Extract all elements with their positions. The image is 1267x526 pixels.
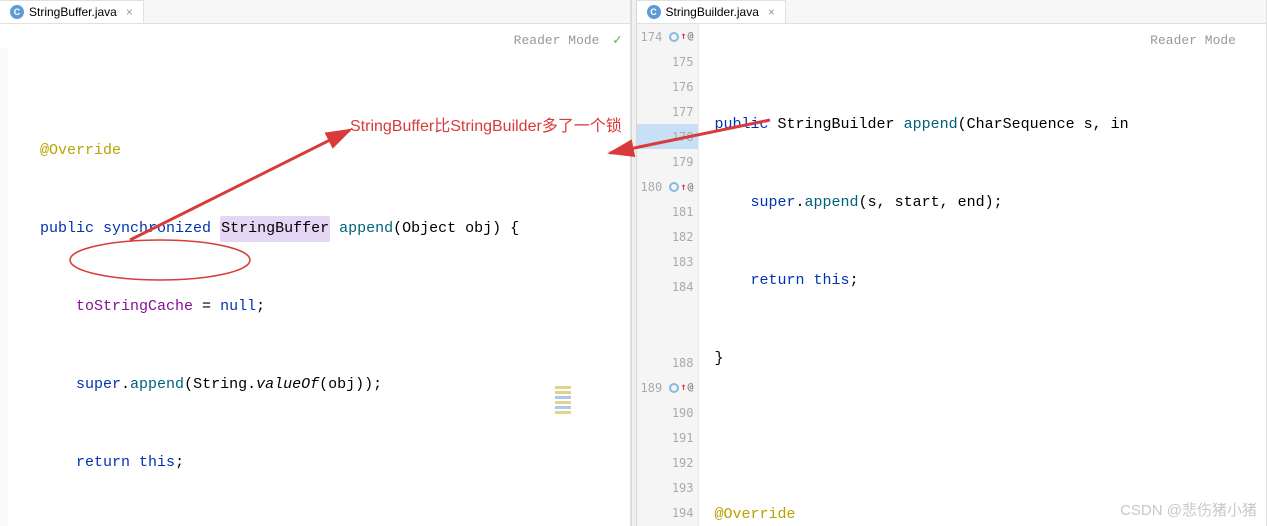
line-number[interactable] (637, 300, 698, 325)
method: append (904, 112, 958, 138)
t: (obj)); (319, 372, 382, 398)
minimap-stripes (555, 334, 627, 468)
line-number[interactable]: 191 (637, 426, 698, 451)
code-area-right[interactable]: Reader Mode public StringBuilder append(… (699, 24, 1267, 526)
java-class-icon: C (10, 5, 24, 19)
kw: return (76, 450, 130, 476)
line-number[interactable]: 175 (637, 49, 698, 74)
annotation: @Override (40, 138, 121, 164)
code-area-left[interactable]: Reader Mode ✓ @Override public synchroni… (0, 24, 630, 526)
check-icon: ✓ (613, 28, 621, 54)
kw: synchronized (103, 216, 211, 242)
line-number[interactable] (637, 325, 698, 350)
t: = (193, 294, 220, 320)
line-number[interactable]: 177 (637, 99, 698, 124)
line-number[interactable]: 182 (637, 225, 698, 250)
line-number[interactable]: 176 (637, 74, 698, 99)
t: . (796, 190, 805, 216)
params: (CharSequence s, in (958, 112, 1129, 138)
line-number[interactable]: 192 (637, 451, 698, 476)
method: append (339, 216, 393, 242)
t: ; (175, 450, 184, 476)
kw: public (715, 112, 769, 138)
line-number[interactable]: 194 (637, 501, 698, 526)
user-annotation-text: StringBuffer比StringBuilder多了一个锁 (350, 112, 622, 136)
reader-mode-label[interactable]: Reader Mode (514, 28, 600, 54)
annotation: @Override (715, 502, 796, 526)
kw: return (751, 268, 805, 294)
kw: super (76, 372, 121, 398)
line-number[interactable]: 179 (637, 149, 698, 174)
method: append (130, 372, 184, 398)
method: append (805, 190, 859, 216)
editor-body-left: Reader Mode ✓ @Override public synchroni… (0, 24, 630, 526)
line-number[interactable]: 183 (637, 250, 698, 275)
line-number[interactable]: 184 (637, 275, 698, 300)
t: ; (256, 294, 265, 320)
right-editor-pane: C StringBuilder.java × 174 ↑@17517617717… (637, 0, 1267, 526)
kw: null (220, 294, 256, 320)
line-number[interactable]: 188 (637, 350, 698, 375)
tab-bar-right: C StringBuilder.java × (637, 0, 1267, 24)
line-number[interactable]: 180 ↑@ (637, 175, 698, 200)
left-editor-pane: C StringBuffer.java × Reader Mode ✓ @Ove… (0, 0, 631, 526)
t: . (121, 372, 130, 398)
kw: super (751, 190, 796, 216)
kw: this (814, 268, 850, 294)
t: ; (850, 268, 859, 294)
kw: this (139, 450, 175, 476)
reader-mode-label[interactable]: Reader Mode (1150, 28, 1236, 54)
type: StringBuffer (220, 216, 330, 242)
line-number-gutter[interactable]: 174 ↑@175176177178179180 ↑@181182183184 1… (637, 24, 699, 526)
close-icon[interactable]: × (768, 5, 775, 19)
line-number[interactable]: 174 ↑@ (637, 24, 698, 49)
line-number[interactable]: 178 (637, 124, 698, 149)
line-number[interactable]: 193 (637, 476, 698, 501)
t: (String. (184, 372, 256, 398)
java-class-icon: C (647, 5, 661, 19)
line-number[interactable]: 190 (637, 400, 698, 425)
params: (Object obj) { (393, 216, 519, 242)
brace: } (715, 346, 724, 372)
watermark: CSDN @悲伤猪小猪 (1120, 499, 1257, 520)
tab-bar-left: C StringBuffer.java × (0, 0, 630, 24)
close-icon[interactable]: × (126, 5, 133, 19)
tab-stringbuilder[interactable]: C StringBuilder.java × (637, 0, 786, 23)
tab-stringbuffer[interactable]: C StringBuffer.java × (0, 0, 144, 23)
tab-label: StringBuffer.java (29, 5, 117, 19)
t: (s, start, end); (859, 190, 1003, 216)
field: toStringCache (76, 294, 193, 320)
type: StringBuilder (778, 112, 895, 138)
line-number[interactable]: 189 ↑@ (637, 375, 698, 400)
tab-label: StringBuilder.java (666, 5, 759, 19)
static-method: valueOf (256, 372, 319, 398)
editor-body-right: 174 ↑@175176177178179180 ↑@181182183184 1… (637, 24, 1267, 526)
line-number[interactable]: 181 (637, 200, 698, 225)
kw: public (40, 216, 94, 242)
